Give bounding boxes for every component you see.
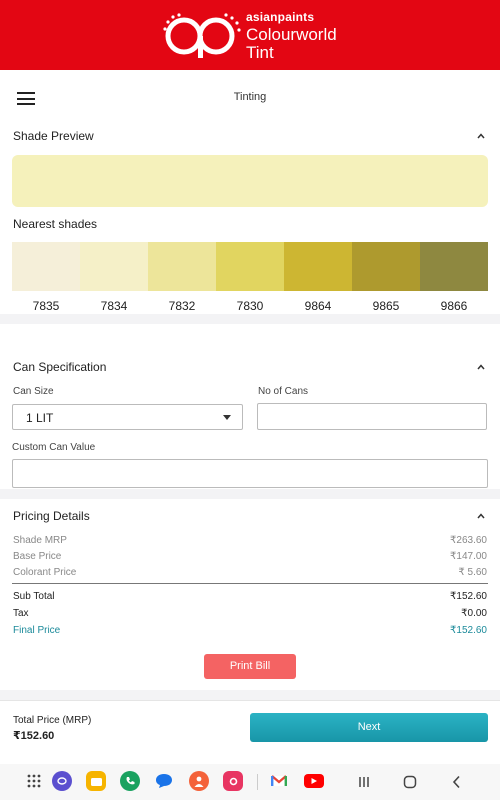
recents-icon[interactable] [355,773,373,791]
phone-icon[interactable] [120,771,140,791]
no-of-cans-input[interactable] [257,403,487,430]
shade-mrp-value: ₹263.60 [450,535,487,546]
youtube-icon[interactable] [304,774,324,788]
section-divider [0,314,500,324]
brand-line-1: asianpaints [246,10,315,24]
final-price-label: Final Price [13,625,61,636]
can-spec-collapse-icon[interactable] [476,362,486,372]
can-size-select[interactable]: 1 LIT [12,404,243,430]
system-navigation-bar [0,764,500,800]
brand-line-2: Colourworld [246,25,337,44]
play-glyph-icon [311,778,317,784]
lens-glyph-icon [229,777,237,785]
back-icon[interactable] [448,773,466,791]
shade-swatch-7834[interactable] [80,242,148,291]
person-glyph-icon [194,776,204,787]
pricing-collapse-icon[interactable] [476,511,486,521]
next-button[interactable]: Next [250,713,488,742]
app-drawer-icon[interactable] [24,771,44,791]
shade-code-9865: 9865 [372,299,400,313]
colorant-price-label: Colorant Price [13,567,77,578]
shade-swatch-9866[interactable] [420,242,488,291]
subtotal-label: Sub Total [13,591,55,602]
page-title: Tinting [233,91,267,103]
dropdown-caret-icon [223,415,231,420]
tax-value: ₹0.00 [461,608,487,619]
shade-swatch-7832[interactable] [148,242,216,291]
no-of-cans-label: No of Cans [258,386,309,397]
shade-code-7834: 7834 [100,299,128,313]
shade-swatch-9865[interactable] [352,242,420,291]
shade-code-9864: 9864 [304,299,332,313]
shade-preview-heading: Shade Preview [13,129,94,143]
shade-code-7832: 7832 [168,299,196,313]
chat-bubble-glyph-icon [156,774,172,788]
base-price-label: Base Price [13,551,62,562]
shade-mrp-label: Shade MRP [13,535,67,546]
shade-swatch-7830[interactable] [216,242,284,291]
shade-code-9866: 9866 [440,299,468,313]
section-divider [0,690,500,700]
brand-line-3: Tint [246,43,274,62]
can-spec-heading: Can Specification [13,360,107,374]
shade-preview-swatch [12,155,488,207]
contacts-icon[interactable] [189,771,209,791]
shade-preview-collapse-icon[interactable] [476,131,486,141]
gmail-icon[interactable] [269,771,289,791]
pricing-divider [12,583,488,584]
total-price-label: Total Price (MRP) [13,715,92,726]
shade-code-7830: 7830 [236,299,264,313]
handset-glyph-icon [126,777,135,785]
brand-header: asianpaints Colourworld Tint [0,0,500,70]
brand-wordmark: asianpaints Colourworld Tint [246,11,337,61]
folder-glyph-icon [90,777,102,786]
messages-icon[interactable] [154,771,174,791]
section-divider [0,489,500,499]
total-price-value: ₹152.60 [13,730,55,742]
custom-can-value-label: Custom Can Value [12,442,96,453]
galaxy-store-icon[interactable] [52,771,72,791]
shade-swatch-7835[interactable] [12,242,80,291]
custom-can-value-input[interactable] [12,459,488,488]
tax-label: Tax [13,608,29,619]
print-bill-button[interactable]: Print Bill [204,654,296,679]
galaxy-store-glyph-icon [57,777,67,785]
dock-divider [257,774,258,790]
bottom-total-bar: Total Price (MRP) ₹152.60 Next [0,700,500,764]
base-price-value: ₹147.00 [450,551,487,562]
subtotal-value: ₹152.60 [450,591,487,602]
nearest-shades-strip [12,242,488,291]
nearest-shades-codes: 7835 7834 7832 7830 9864 9865 9866 [12,299,488,313]
final-price-value: ₹152.60 [450,625,487,636]
pricing-heading: Pricing Details [13,509,90,523]
asianpaints-logo-icon [163,13,241,58]
shade-swatch-9864[interactable] [284,242,352,291]
my-files-icon[interactable] [86,771,106,791]
home-icon[interactable] [401,773,419,791]
app-bar: Tinting [0,70,500,126]
camera-icon[interactable] [223,771,243,791]
can-size-value: 1 LIT [26,411,54,425]
can-size-label: Can Size [13,386,54,397]
colorant-price-value: ₹ 5.60 [458,567,487,578]
shade-code-7835: 7835 [32,299,60,313]
nearest-shades-heading: Nearest shades [13,217,98,231]
